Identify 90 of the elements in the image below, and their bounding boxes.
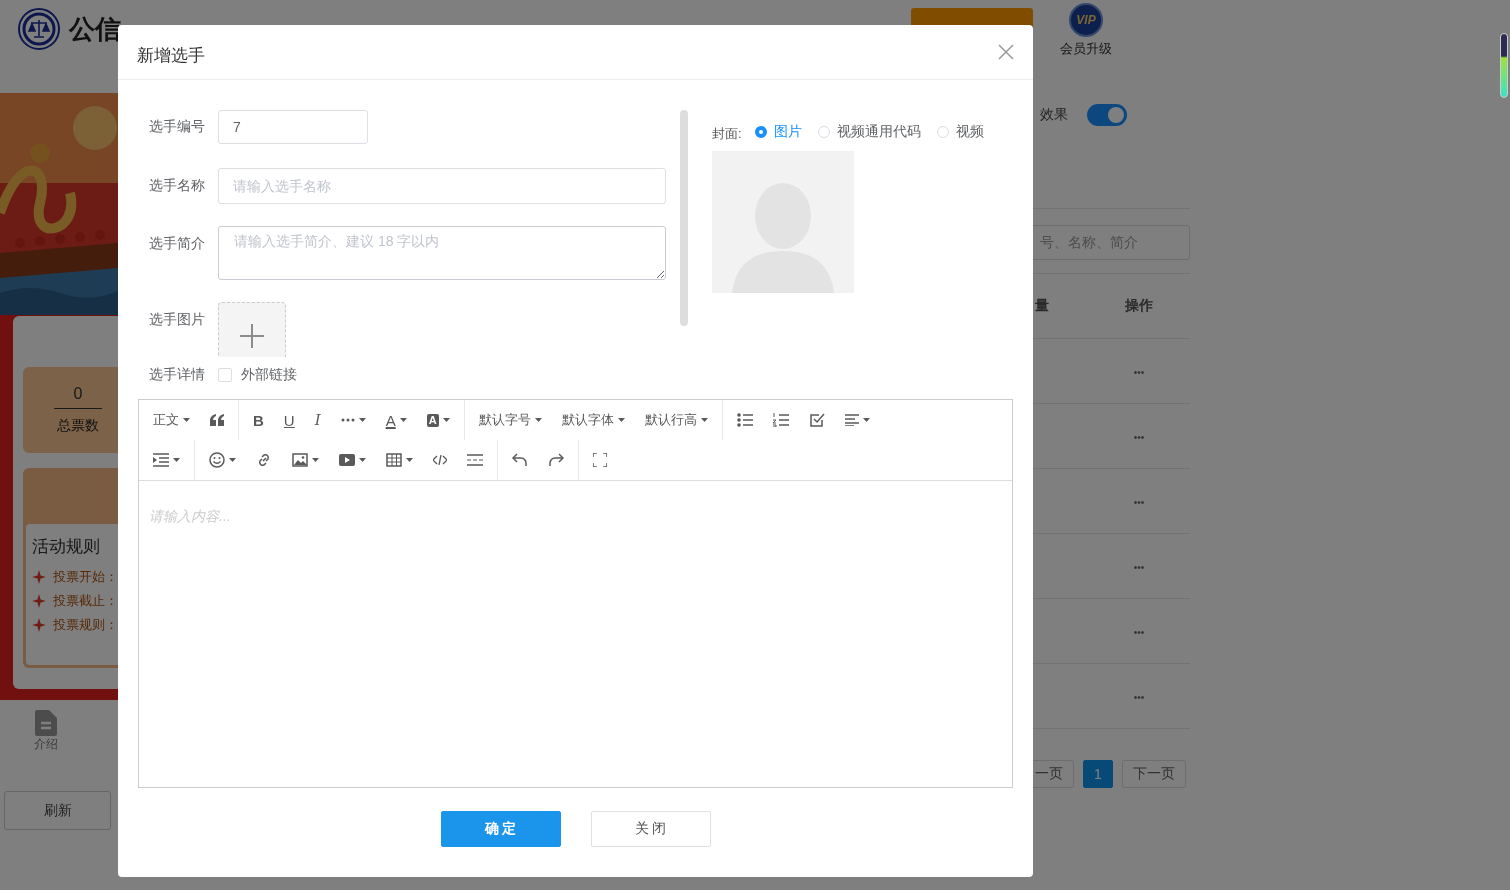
code-icon [433,455,447,465]
switch-label: 效果 [1040,106,1068,124]
page-button[interactable]: 1 [1083,760,1113,788]
caret-icon [862,418,870,422]
toolbar-dropdown[interactable]: 默认行高 [634,404,718,436]
star-icon [32,618,46,632]
radio-option[interactable]: 视频 [936,123,984,141]
star-icon [32,594,46,608]
divider-icon [467,454,483,466]
input-field[interactable]: 7 [218,110,368,144]
undo-icon [512,453,528,467]
more-actions-button[interactable]: ••• [1133,432,1145,443]
checkbox-label: 外部链接 [241,366,297,384]
cover-label: 封面: [712,124,742,143]
field-label: 选手详情 [149,366,206,384]
vote-count: 0 [53,384,103,409]
checkbox[interactable] [218,368,232,382]
image-icon [292,453,308,467]
toggle-switch[interactable] [1087,104,1127,126]
caret-icon [312,458,319,462]
vote-count-label: 总票数 [57,417,99,435]
more-actions-button[interactable]: ••• [1133,627,1145,638]
caret-icon [442,418,450,422]
underline-button[interactable]: U [273,404,305,436]
person-silhouette-icon [732,181,834,293]
fullscreen-icon [593,453,607,467]
scrollbar[interactable] [680,110,688,326]
dialog-title: 新增选手 [137,44,205,67]
intro-tab[interactable]: 介绍 [34,736,58,753]
refresh-button[interactable]: 刷新 [4,791,111,830]
field-label: 选手编号 [149,118,206,136]
font-color-button[interactable]: A [375,404,417,436]
close-button[interactable]: 关 闭 [590,811,711,847]
field-label: 选手名称 [149,177,206,195]
bullet-list-icon [736,413,753,427]
caret-icon [183,418,190,422]
caret-icon [229,458,236,462]
caret-icon [534,418,542,422]
radio-option[interactable]: 图片 [754,123,802,141]
input-field[interactable]: 请输入选手名称 [218,168,666,204]
caret-icon [617,418,625,422]
page-button[interactable]: 下一页 [1122,760,1186,788]
caret-icon [406,458,413,462]
more-actions-button[interactable]: ••• [1133,367,1145,378]
checkbox-icon [808,412,825,428]
caret-icon [700,418,708,422]
ellipsis-icon [340,418,355,422]
more-actions-button[interactable]: ••• [1133,497,1145,508]
radio-option[interactable]: 视频通用代码 [817,123,921,141]
redo-icon [548,453,564,467]
align-left-icon [844,414,859,426]
caret-icon [173,458,180,462]
toolbar-dropdown[interactable]: 正文 [143,404,200,436]
indent-icon [153,453,169,467]
column-header: 操作 [1124,297,1154,315]
upgrade-link[interactable]: 会员升级 [1060,40,1112,58]
caret-icon [399,418,407,422]
logo-text: 公信 [69,13,121,46]
bold-button[interactable]: B [243,404,274,436]
rule-item: 投票开始： [53,568,118,586]
vip-badge: VIP [1069,3,1103,37]
more-actions-button[interactable]: ••• [1133,692,1145,703]
document-icon[interactable] [35,710,57,736]
table-icon [386,453,402,467]
close-icon[interactable] [998,44,1014,60]
confirm-button[interactable]: 确 定 [440,811,561,847]
smiley-icon [209,452,225,468]
caret-icon [359,458,366,462]
italic-button[interactable]: I [304,404,331,436]
toolbar-dropdown[interactable]: 默认字体 [551,404,635,436]
field-label: 选手图片 [149,310,206,329]
more-actions-button[interactable]: ••• [1133,562,1145,573]
scrollbar-thumb[interactable] [1500,33,1508,98]
column-header: 量 [1034,297,1050,315]
quote-icon [210,414,224,426]
upload-button[interactable] [218,302,286,357]
textarea-field[interactable]: 请输入选手简介、建议 18 字以内 [218,226,666,280]
rule-item: 投票规则： [53,616,118,634]
star-icon [32,570,46,584]
background-color-button[interactable]: A [416,404,460,436]
link-icon [256,452,272,468]
video-icon [339,454,355,466]
caret-icon [358,418,366,422]
plus-icon [240,324,264,348]
numbered-list-icon [772,413,789,427]
field-label: 选手简介 [149,234,206,253]
rules-title: 活动规则 [32,536,101,558]
rule-item: 投票截止： [53,592,118,610]
toolbar-dropdown[interactable]: 默认字号 [468,404,552,436]
scales-emblem-icon [18,8,60,50]
